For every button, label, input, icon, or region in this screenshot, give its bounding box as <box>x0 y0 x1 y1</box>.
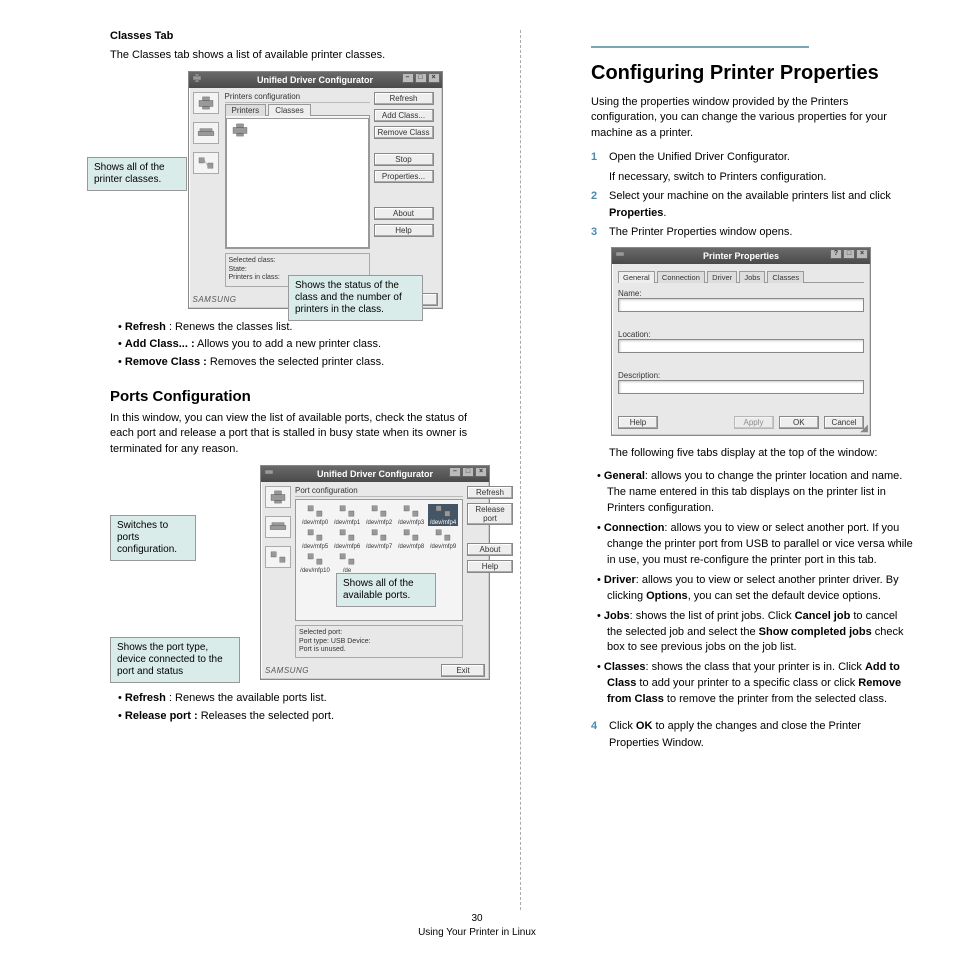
desc-classes: Classes: shows the class that your print… <box>607 660 914 708</box>
cancel-button[interactable]: Cancel <box>824 416 864 429</box>
add-class-button[interactable]: Add Class... <box>374 109 434 122</box>
help-button[interactable]: Help <box>467 560 513 573</box>
scanner-icon[interactable] <box>193 122 219 144</box>
desc-jobs: Jobs: shows the list of print jobs. Clic… <box>607 609 914 657</box>
props-intro: Using the properties window provided by … <box>551 95 914 141</box>
ports-status-box: Selected port: Port type: USB Device: Po… <box>295 625 463 658</box>
tab-printers[interactable]: Printers <box>225 104 267 116</box>
help-button[interactable]: Help <box>374 224 434 237</box>
brand-label: SAMSUNG <box>193 295 237 304</box>
callout-classes-list: Shows all of the printer classes. <box>87 157 187 191</box>
desc-connection: Connection: allows you to view or select… <box>607 521 914 569</box>
step-3: The Printer Properties window opens. <box>609 226 792 238</box>
desc-general: General: allows you to change the printe… <box>607 469 914 517</box>
callout-classes-status: Shows the status of the class and the nu… <box>288 275 423 321</box>
classes-title: Unified Driver Configurator <box>257 75 373 85</box>
classes-intro: The Classes tab shows a list of availabl… <box>40 48 490 63</box>
printer-icon[interactable] <box>193 92 219 114</box>
desc-driver: Driver: allows you to view or select ano… <box>607 573 914 605</box>
tab-classes[interactable]: Classes <box>767 271 804 283</box>
classes-bullets: Refresh : Renews the classes list. Add C… <box>40 319 490 371</box>
callout-ports-status: Shows the port type, device connected to… <box>110 637 240 683</box>
ports-heading: Ports Configuration <box>40 388 490 405</box>
scanner-icon[interactable] <box>265 516 291 538</box>
help-button[interactable]: Help <box>618 416 658 429</box>
port-icon[interactable] <box>265 546 291 568</box>
step-4: Click OK to apply the changes and close … <box>609 720 861 749</box>
description-field[interactable] <box>618 380 864 394</box>
step-1b: If necessary, switch to Printers configu… <box>609 169 914 186</box>
remove-class-button[interactable]: Remove Class <box>374 126 434 139</box>
ports-intro: In this window, you can view the list of… <box>40 411 490 457</box>
exit-button[interactable]: Exit <box>441 664 485 677</box>
about-button[interactable]: About <box>467 543 513 556</box>
tabs-intro: The following five tabs display at the t… <box>551 446 914 461</box>
tab-classes[interactable]: Classes <box>268 104 310 116</box>
classes-tab-heading: Classes Tab <box>40 30 490 42</box>
about-button[interactable]: About <box>374 207 434 220</box>
callout-ports-switch: Switches to ports configuration. <box>110 515 196 561</box>
step-2: Select your machine on the available pri… <box>609 190 891 219</box>
tab-general[interactable]: General <box>618 271 655 283</box>
tab-connection[interactable]: Connection <box>657 271 705 283</box>
printer-properties-window: Printer Properties ?□× General Connectio… <box>611 247 871 436</box>
printer-icon[interactable] <box>265 486 291 508</box>
callout-ports-list: Shows all of the available ports. <box>336 573 436 607</box>
step-1: Open the Unified Driver Configurator. <box>609 151 790 163</box>
ok-button[interactable]: OK <box>779 416 819 429</box>
classes-titlebar: Unified Driver Configurator –□× <box>189 72 442 88</box>
stop-button[interactable]: Stop <box>374 153 434 166</box>
page-footer: 30 Using Your Printer in Linux <box>0 912 954 940</box>
tab-driver[interactable]: Driver <box>707 271 737 283</box>
port-icon[interactable] <box>193 152 219 174</box>
refresh-button[interactable]: Refresh <box>467 486 513 499</box>
classes-section-label: Printers configuration <box>225 92 370 103</box>
classes-window: Unified Driver Configurator –□× Printers… <box>188 71 443 308</box>
refresh-button[interactable]: Refresh <box>374 92 434 105</box>
apply-button[interactable]: Apply <box>734 416 774 429</box>
properties-button[interactable]: Properties... <box>374 170 434 183</box>
name-field[interactable] <box>618 298 864 312</box>
ports-titlebar: Unified Driver Configurator –□× <box>261 466 489 482</box>
ports-bullets: Refresh : Renews the available ports lis… <box>40 690 490 724</box>
page-title: Configuring Printer Properties <box>551 62 914 85</box>
tab-jobs[interactable]: Jobs <box>739 271 765 283</box>
location-field[interactable] <box>618 339 864 353</box>
release-port-button[interactable]: Release port <box>467 503 513 525</box>
